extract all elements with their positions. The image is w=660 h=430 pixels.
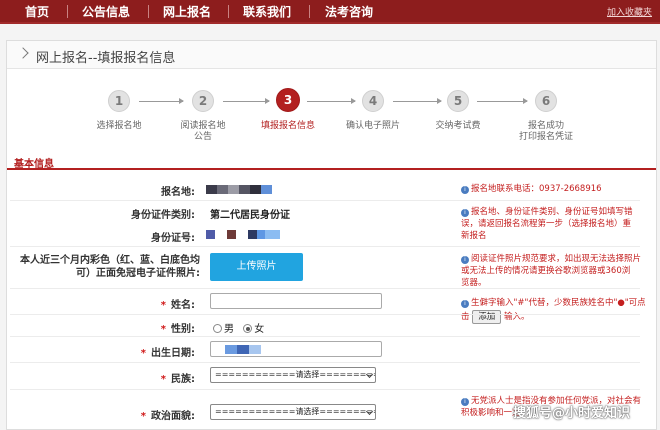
page-title: 网上报名--填报报名信息 (36, 51, 176, 66)
site-value-redacted (206, 185, 272, 194)
nav-online-registration[interactable]: 网上报名 (163, 3, 211, 20)
required-mark: * (160, 374, 166, 385)
panel-title-bar: 网上报名--填报报名信息 (7, 41, 656, 69)
politics-select-value: ============请选择============ (215, 407, 375, 416)
id-type-label: 身份证件类别: (131, 210, 195, 221)
row-divider (10, 314, 640, 315)
site-label: 报名地: (161, 187, 195, 198)
step-3-label: 填报报名信息 (260, 121, 315, 131)
section-divider (7, 168, 656, 170)
politics-label: * 政治面貌: (0, 407, 195, 422)
birth-date-input[interactable] (210, 341, 382, 357)
gender-female-label: 女 (254, 324, 265, 335)
site-tip-text: 报名地联系电话：0937-2668916 (471, 184, 602, 194)
birth-date-redacted (225, 345, 261, 354)
photo-tip-line2: 或无法上传的情况请更换谷歌浏览器或360浏 (461, 266, 631, 276)
step-arrow-icon (223, 98, 270, 104)
id-tip-line1: 报名地、身份证件类别、身份证号如填写错 (471, 207, 633, 217)
step-5-circle: 5 (447, 90, 469, 112)
ethnicity-label-text: 民族: (171, 374, 195, 385)
gender-female-radio[interactable] (243, 324, 253, 333)
photo-label: 本人近三个月内彩色（红、蓝、白底色均 可）正面免冠电子证件照片: (0, 254, 200, 280)
step-4-label: 确认电子照片 (345, 121, 400, 131)
politics-label-text: 政治面貌: (151, 411, 195, 422)
id-tip: i 报名地、身份证件类别、身份证号如填写错 误，请返回报名流程第一步（选择报名地）… (461, 206, 633, 242)
required-mark: * (140, 411, 146, 422)
id-number-redacted (206, 230, 280, 239)
step-2-label: 阅读报名地 公告 (180, 121, 226, 142)
id-tip-line4: 新报名 (461, 231, 487, 241)
step-4-circle: 4 (362, 90, 384, 112)
ethnicity-select-value: ============请选择============ (215, 370, 375, 379)
gender-male-radio[interactable] (213, 324, 222, 333)
nav-separator (309, 5, 310, 18)
required-mark: * (160, 324, 166, 335)
politics-tip-line2: 积极影响和一定 (461, 408, 521, 418)
gender-label: * 性别: (0, 320, 195, 335)
step-arrow-icon (477, 98, 528, 104)
gender-radio-group: 男 女 (213, 320, 264, 335)
nav-contact-us[interactable]: 联系我们 (243, 3, 291, 20)
step-5-label: 交纳考试费 (435, 121, 481, 131)
ethnicity-label: * 民族: (0, 370, 195, 385)
id-number-label: 身份证号: (151, 233, 195, 244)
chevron-right-icon (17, 47, 29, 59)
row-divider (10, 246, 640, 247)
name-label-text: 姓名: (171, 300, 195, 311)
add-favorites-link[interactable]: 加入收藏夹 (607, 5, 652, 18)
info-icon: i (461, 300, 469, 308)
row-divider (10, 288, 640, 289)
step-arrow-icon (307, 98, 356, 104)
top-nav: 首页 公告信息 网上报名 联系我们 法考咨询 加入收藏夹 (0, 0, 660, 22)
step-arrow-icon (139, 98, 184, 104)
birth-date-label-text: 出生日期: (151, 348, 195, 359)
row-divider (10, 200, 640, 201)
ethnicity-select[interactable]: ============请选择============ (210, 367, 376, 383)
info-icon: i (461, 256, 469, 264)
row-divider (10, 389, 640, 390)
choose-site-link[interactable]: （选择报名地） (563, 219, 623, 229)
upload-photo-button[interactable]: 上传照片 (210, 253, 303, 281)
photo-label-line2: 可）正面免冠电子证件照片: (76, 268, 200, 279)
info-icon: i (461, 209, 469, 217)
photo-tip-line3: 览器。 (461, 278, 487, 288)
step-2-circle: 2 (192, 90, 214, 112)
birth-date-label: * 出生日期: (0, 344, 195, 359)
name-tip-line1: 生僻字输入"#"代替，少数民族姓名中"●"可点 (471, 298, 646, 308)
id-tip-line3: 重 (622, 219, 632, 229)
photo-tip: i 阅读证件照片规范要求，如出现无法选择照片 或无法上传的情况请更换谷歌浏览器或3… (461, 253, 641, 289)
nav-separator (228, 5, 229, 18)
step-1-circle: 1 (108, 90, 130, 112)
row-divider (10, 362, 640, 363)
add-special-char-button[interactable]: 添加 (472, 310, 502, 324)
step-6-circle: 6 (535, 90, 557, 112)
name-tip: i 生僻字输入"#"代替，少数民族姓名中"●"可点 击 添加 输入。 (461, 297, 646, 324)
id-tip-line2: 误，请返回报名流程第一步 (461, 219, 564, 229)
gender-label-text: 性别: (171, 324, 195, 335)
name-input[interactable] (210, 293, 382, 309)
info-icon: i (461, 186, 469, 194)
nav-home[interactable]: 首页 (25, 3, 49, 20)
step-1-label: 选择报名地 (96, 121, 142, 131)
photo-label-line1: 本人近三个月内彩色（红、蓝、白底色均 (20, 255, 200, 266)
row-divider (10, 336, 640, 337)
nav-underline (0, 22, 660, 24)
politics-select[interactable]: ============请选择============ (210, 404, 376, 420)
step-arrow-icon (393, 98, 442, 104)
nav-separator (148, 5, 149, 18)
nav-announcements[interactable]: 公告信息 (82, 3, 130, 20)
nav-law-exam-consult[interactable]: 法考咨询 (325, 3, 373, 20)
name-label: * 姓名: (0, 296, 195, 311)
step-3-circle-active: 3 (276, 88, 300, 112)
step-6-label: 报名成功 打印报名凭证 (518, 121, 573, 142)
gender-male-label: 男 (224, 324, 234, 335)
required-mark: * (160, 300, 166, 311)
photo-tip-line1: 阅读证件照片规范要求，如出现无法选择照片 (471, 254, 642, 264)
nav-separator (67, 5, 68, 18)
watermark: 搜狐号@小时爱知识 (513, 406, 631, 421)
required-mark: * (140, 348, 146, 359)
id-type-value: 第二代居民身份证 (210, 210, 290, 221)
info-icon: i (461, 398, 469, 406)
site-tip: i 报名地联系电话：0937-2668916 (461, 183, 602, 195)
